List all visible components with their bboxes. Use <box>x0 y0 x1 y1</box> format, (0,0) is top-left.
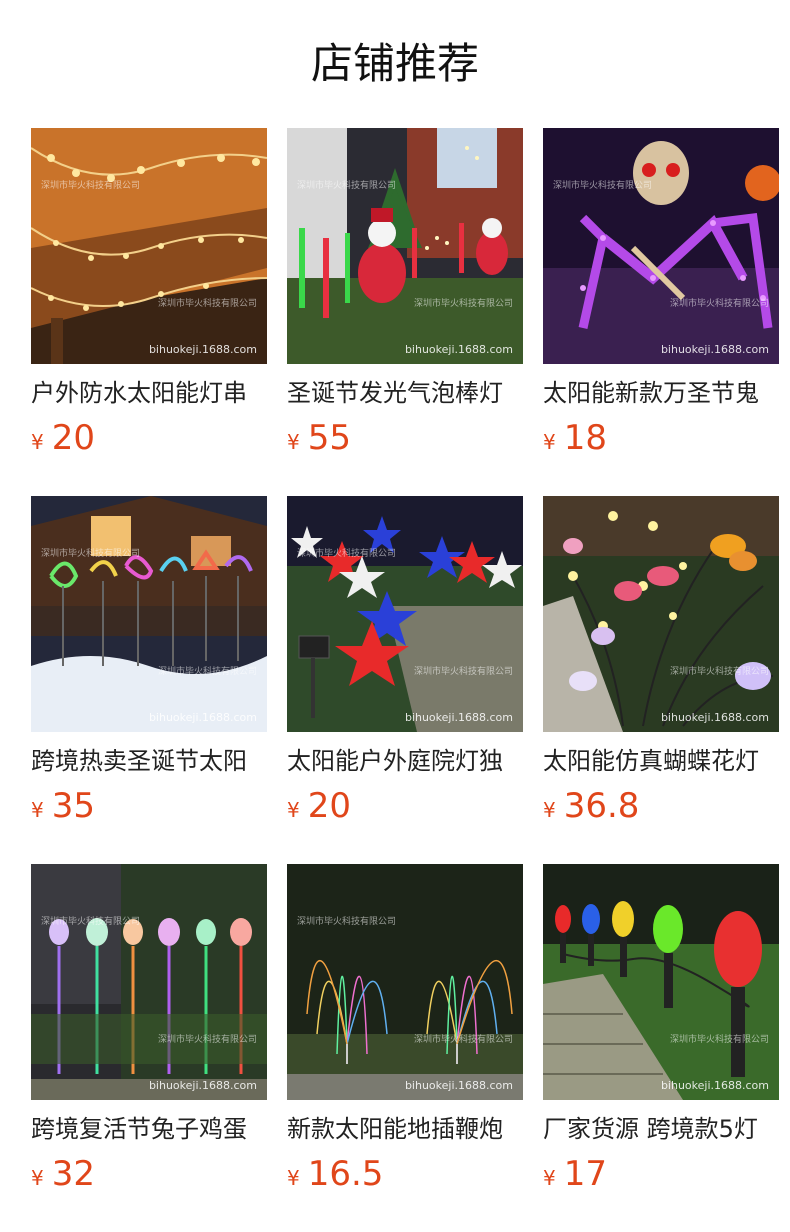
product-price: ¥16.5 <box>287 1154 383 1200</box>
product-price: ¥20 <box>287 786 351 832</box>
currency-symbol: ¥ <box>543 1166 556 1190</box>
image-url-mark: bihuokeji.1688.com <box>148 711 257 724</box>
watermark: 深圳市毕火科技有限公司 <box>669 1035 769 1045</box>
watermark: 深圳市毕火科技有限公司 <box>553 181 653 191</box>
product-card[interactable]: 深圳市毕火科技有限公司 深圳市毕火科技有限公司 bihuokeji.1688.c… <box>287 496 523 826</box>
image-url-mark: bihuokeji.1688.com <box>404 711 513 724</box>
product-card[interactable]: 深圳市毕火科技有限公司 深圳市毕火科技有限公司 bihuokeji.1688.c… <box>287 864 523 1194</box>
image-url-mark: bihuokeji.1688.com <box>660 1079 769 1092</box>
product-name[interactable]: 户外防水太阳能灯串 <box>31 376 267 410</box>
product-name[interactable]: 圣诞节发光气泡棒灯 <box>287 376 523 410</box>
image-url-mark: bihuokeji.1688.com <box>660 343 769 356</box>
product-card[interactable]: 深圳市毕火科技有限公司 深圳市毕火科技有限公司 bihuokeji.1688.c… <box>31 128 267 458</box>
price-value: 20 <box>51 418 95 458</box>
currency-symbol: ¥ <box>31 798 44 822</box>
product-image[interactable]: 深圳市毕火科技有限公司 深圳市毕火科技有限公司 bihuokeji.1688.c… <box>31 128 267 364</box>
product-image[interactable]: 深圳市毕火科技有限公司 深圳市毕火科技有限公司 bihuokeji.1688.c… <box>31 496 267 732</box>
product-name[interactable]: 跨境热卖圣诞节太阳 <box>31 744 267 778</box>
product-image[interactable]: 深圳市毕火科技有限公司 bihuokeji.1688.com <box>543 496 779 732</box>
price-value: 32 <box>51 1154 95 1194</box>
product-card[interactable]: 深圳市毕火科技有限公司 深圳市毕火科技有限公司 bihuokeji.1688.c… <box>287 128 523 458</box>
price-value: 36.8 <box>563 786 640 826</box>
watermark: 深圳市毕火科技有限公司 <box>41 181 141 191</box>
image-url-mark: bihuokeji.1688.com <box>660 711 769 724</box>
watermark: 深圳市毕火科技有限公司 <box>669 299 769 309</box>
image-url-mark: bihuokeji.1688.com <box>148 1079 257 1092</box>
product-card[interactable]: 深圳市毕火科技有限公司 深圳市毕火科技有限公司 bihuokeji.1688.c… <box>543 128 779 458</box>
watermark: 深圳市毕火科技有限公司 <box>297 549 397 559</box>
product-name[interactable]: 厂家货源 跨境款5灯 <box>543 1112 779 1146</box>
product-name[interactable]: 太阳能仿真蝴蝶花灯 <box>543 744 779 778</box>
price-value: 17 <box>563 1154 607 1194</box>
watermark: 深圳市毕火科技有限公司 <box>413 299 513 309</box>
product-image[interactable]: 深圳市毕火科技有限公司 深圳市毕火科技有限公司 bihuokeji.1688.c… <box>543 128 779 364</box>
image-url-mark: bihuokeji.1688.com <box>404 343 513 356</box>
price-value: 16.5 <box>307 1154 384 1194</box>
product-price: ¥55 <box>287 418 351 464</box>
product-name[interactable]: 新款太阳能地插鞭炮 <box>287 1112 523 1146</box>
image-url-mark: bihuokeji.1688.com <box>148 343 257 356</box>
product-price: ¥18 <box>543 418 607 464</box>
watermark: 深圳市毕火科技有限公司 <box>413 1035 513 1045</box>
section-title: 店铺推荐 <box>310 39 479 88</box>
product-name[interactable]: 太阳能户外庭院灯独 <box>287 744 523 778</box>
product-image[interactable]: 深圳市毕火科技有限公司 bihuokeji.1688.com <box>543 864 779 1100</box>
product-name[interactable]: 太阳能新款万圣节鬼 <box>543 376 779 410</box>
currency-symbol: ¥ <box>287 1166 300 1190</box>
currency-symbol: ¥ <box>543 430 556 454</box>
product-price: ¥17 <box>543 1154 607 1200</box>
image-url-mark: bihuokeji.1688.com <box>404 1079 513 1092</box>
product-card[interactable]: 深圳市毕火科技有限公司 深圳市毕火科技有限公司 bihuokeji.1688.c… <box>31 496 267 826</box>
product-card[interactable]: 深圳市毕火科技有限公司 深圳市毕火科技有限公司 bihuokeji.1688.c… <box>31 864 267 1194</box>
product-image[interactable]: 深圳市毕火科技有限公司 深圳市毕火科技有限公司 bihuokeji.1688.c… <box>287 128 523 364</box>
price-value: 20 <box>307 786 351 826</box>
watermark: 深圳市毕火科技有限公司 <box>413 667 513 677</box>
watermark: 深圳市毕火科技有限公司 <box>157 299 257 309</box>
watermark: 深圳市毕火科技有限公司 <box>41 917 141 927</box>
product-image[interactable]: 深圳市毕火科技有限公司 深圳市毕火科技有限公司 bihuokeji.1688.c… <box>287 496 523 732</box>
price-value: 35 <box>51 786 95 826</box>
watermark: 深圳市毕火科技有限公司 <box>157 667 257 677</box>
product-price: ¥35 <box>31 786 95 832</box>
watermark: 深圳市毕火科技有限公司 <box>41 549 141 559</box>
price-value: 18 <box>563 418 607 458</box>
watermark: 深圳市毕火科技有限公司 <box>157 1035 257 1045</box>
price-value: 55 <box>307 418 351 458</box>
product-price: ¥32 <box>31 1154 95 1200</box>
currency-symbol: ¥ <box>31 1166 44 1190</box>
product-image[interactable]: 深圳市毕火科技有限公司 深圳市毕火科技有限公司 bihuokeji.1688.c… <box>287 864 523 1100</box>
watermark: 深圳市毕火科技有限公司 <box>297 181 397 191</box>
product-image[interactable]: 深圳市毕火科技有限公司 深圳市毕火科技有限公司 bihuokeji.1688.c… <box>31 864 267 1100</box>
currency-symbol: ¥ <box>287 798 300 822</box>
currency-symbol: ¥ <box>31 430 44 454</box>
product-card[interactable]: 深圳市毕火科技有限公司 bihuokeji.1688.com 厂家货源 跨境款5… <box>543 864 779 1194</box>
product-card[interactable]: 深圳市毕火科技有限公司 bihuokeji.1688.com 太阳能仿真蝴蝶花灯… <box>543 496 779 826</box>
watermark: 深圳市毕火科技有限公司 <box>669 667 769 677</box>
currency-symbol: ¥ <box>543 798 556 822</box>
product-price: ¥36.8 <box>543 786 639 832</box>
currency-symbol: ¥ <box>287 430 300 454</box>
product-name[interactable]: 跨境复活节兔子鸡蛋 <box>31 1112 267 1146</box>
product-price: ¥20 <box>31 418 95 464</box>
watermark: 深圳市毕火科技有限公司 <box>297 917 397 927</box>
product-grid: 深圳市毕火科技有限公司 深圳市毕火科技有限公司 bihuokeji.1688.c… <box>31 128 779 1194</box>
